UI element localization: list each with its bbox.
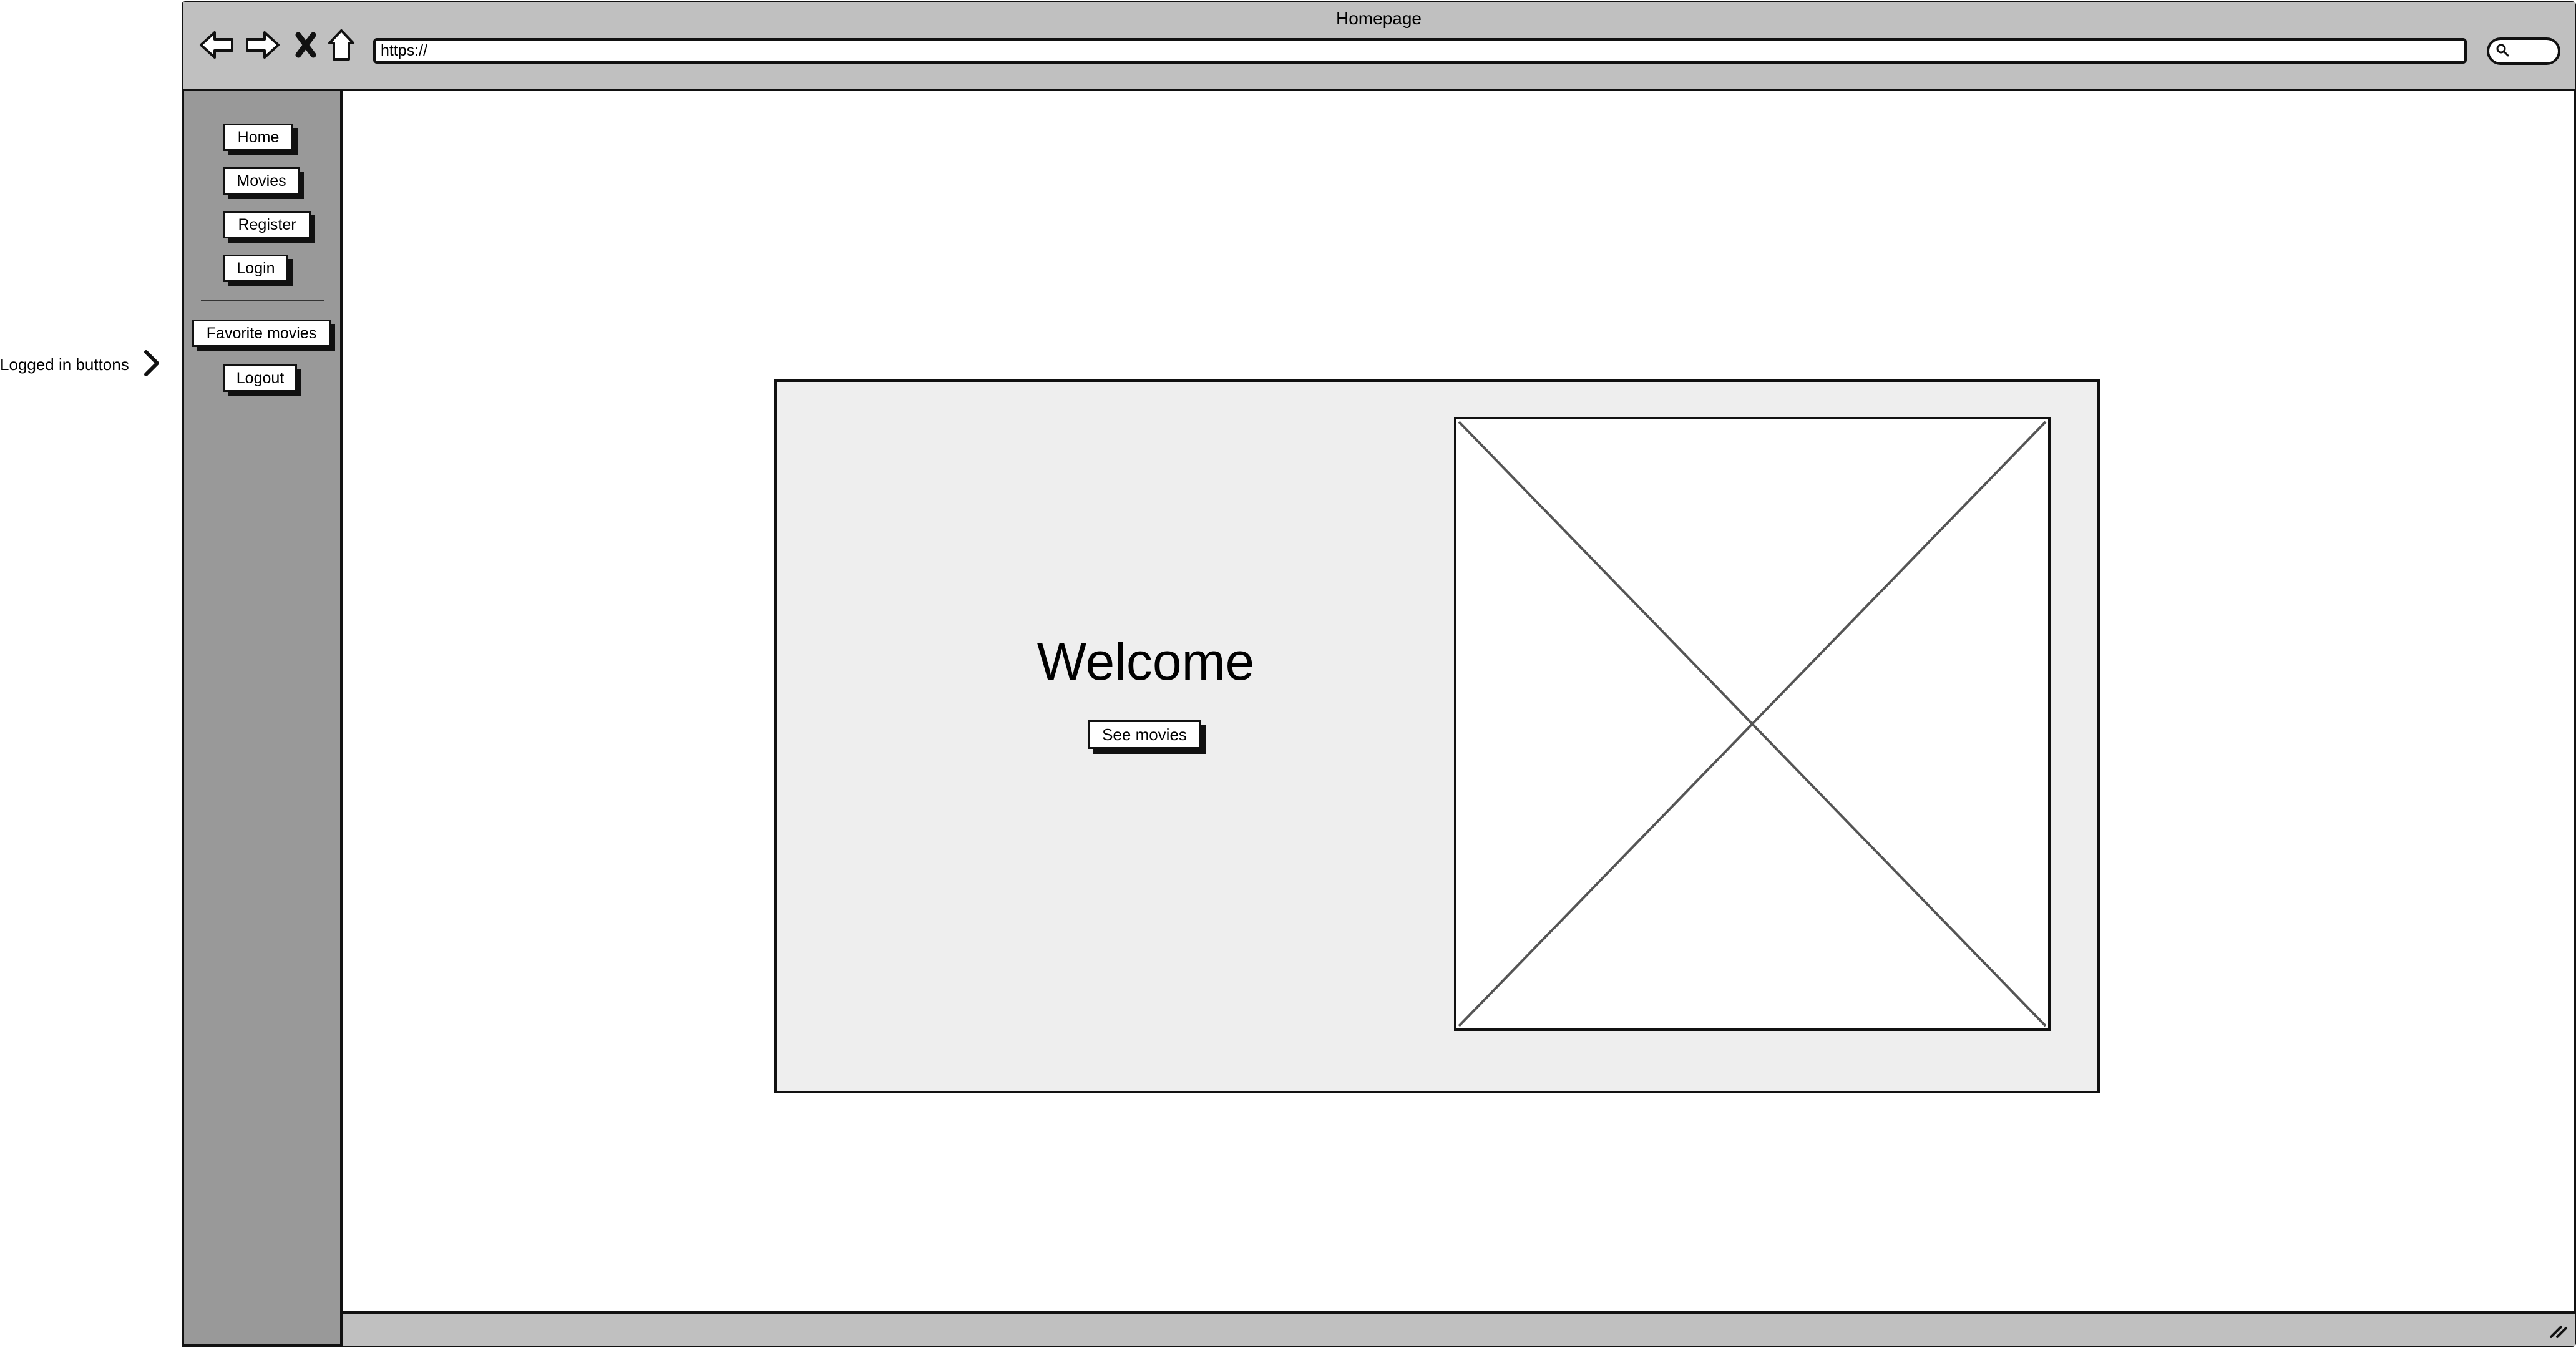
search-icon bbox=[2496, 43, 2509, 60]
sidebar-item-register[interactable]: Register bbox=[223, 211, 311, 238]
stop-x-icon[interactable] bbox=[292, 26, 320, 64]
forward-arrow-icon[interactable] bbox=[243, 26, 282, 64]
see-movies-button[interactable]: See movies bbox=[1088, 720, 1201, 749]
sidebar-item-login[interactable]: Login bbox=[223, 255, 288, 282]
welcome-heading: Welcome bbox=[1037, 632, 1255, 691]
window-title: Homepage bbox=[1336, 9, 1422, 28]
sidebar-item-movies[interactable]: Movies bbox=[223, 167, 300, 195]
chevron-right-icon bbox=[142, 348, 161, 378]
search-box[interactable] bbox=[2487, 37, 2560, 65]
resize-grip-icon[interactable] bbox=[2547, 1319, 2569, 1341]
home-icon[interactable] bbox=[326, 26, 357, 64]
sidebar-item-home[interactable]: Home bbox=[223, 124, 293, 151]
sidebar-item-favorite-movies[interactable]: Favorite movies bbox=[192, 320, 331, 347]
back-arrow-icon[interactable] bbox=[197, 26, 236, 64]
annotation-label: Logged in buttons bbox=[0, 355, 129, 374]
status-bar bbox=[343, 1311, 2575, 1346]
image-placeholder-icon bbox=[1454, 417, 2051, 1031]
url-bar[interactable]: https:// bbox=[373, 38, 2467, 64]
sidebar-item-logout[interactable]: Logout bbox=[223, 364, 297, 392]
sidebar-divider bbox=[201, 300, 324, 301]
